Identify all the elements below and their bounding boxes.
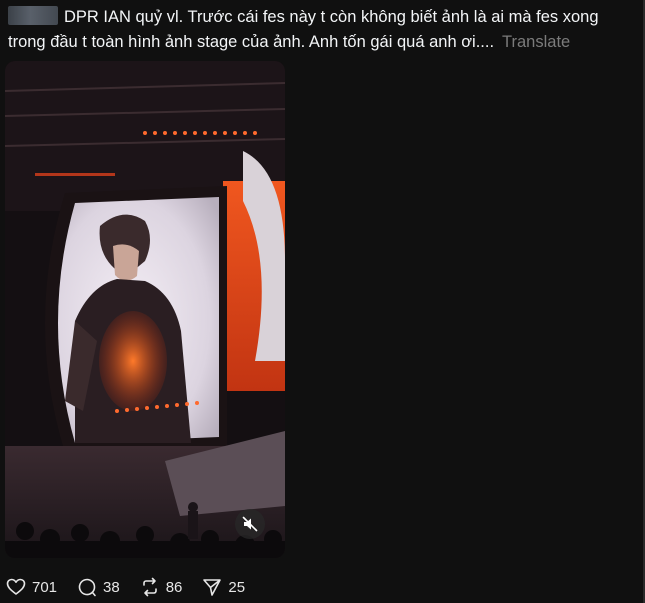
concert-stage-frame <box>5 61 285 558</box>
repost-button[interactable]: 86 <box>140 577 183 597</box>
blurred-username[interactable] <box>8 6 58 25</box>
comment-button[interactable]: 38 <box>77 577 120 597</box>
repost-icon <box>142 577 157 597</box>
post-text-block: DPR IAN quỷ vl. Trước cái fes này t còn … <box>8 5 628 55</box>
like-count: 701 <box>32 578 58 596</box>
translate-link[interactable]: Translate <box>502 33 570 51</box>
share-count: 25 <box>228 578 246 596</box>
comment-count: 38 <box>103 578 120 596</box>
heart-icon <box>6 578 26 595</box>
repost-count: 86 <box>165 578 183 596</box>
speaker-muted-icon <box>242 516 258 532</box>
post-actions-bar: 701 38 86 25 <box>6 576 265 598</box>
post-video[interactable] <box>5 61 285 558</box>
share-button[interactable]: 25 <box>202 577 245 597</box>
comment-bubble-icon <box>78 578 96 597</box>
like-button[interactable]: 701 <box>6 577 57 597</box>
send-icon <box>203 579 222 596</box>
mute-toggle-button[interactable] <box>235 509 265 539</box>
